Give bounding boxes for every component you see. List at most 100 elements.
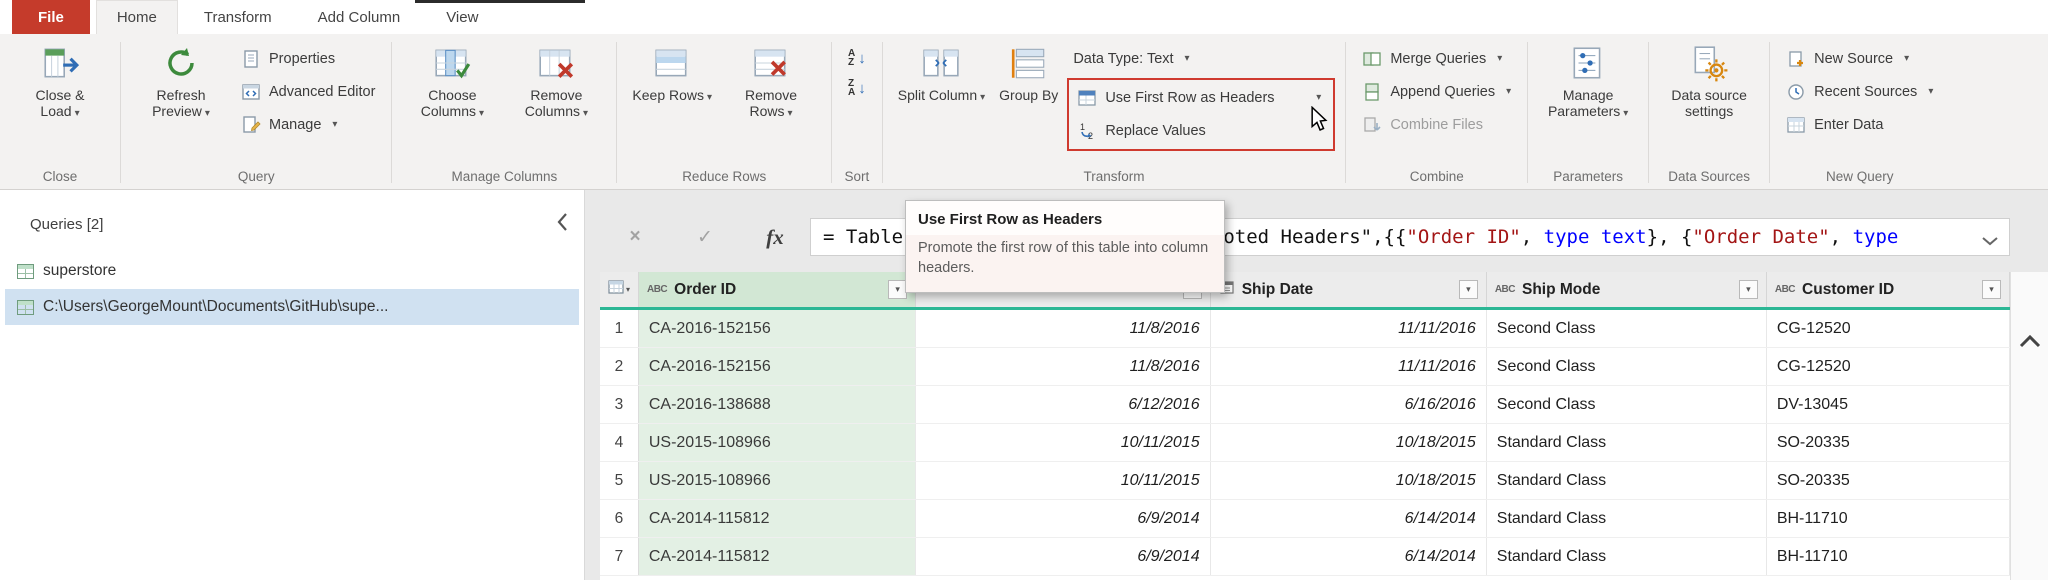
ribbon-group-combine: Merge Queries ▾ Append Queries ▾ <box>1346 34 1527 189</box>
group-label-sort: Sort <box>832 169 882 189</box>
table-cell[interactable]: Second Class <box>1487 386 1767 423</box>
table-cell[interactable]: Second Class <box>1487 310 1767 347</box>
table-cell[interactable]: US-2015-108966 <box>639 462 916 499</box>
data-type-button[interactable]: Data Type: Text ▾ <box>1067 42 1335 75</box>
recent-sources-button[interactable]: Recent Sources ▾ <box>1780 75 1939 108</box>
table-cell[interactable]: SO-20335 <box>1767 424 2010 461</box>
manage-parameters-button[interactable]: Manage Parameters▾ <box>1538 40 1638 120</box>
table-cell[interactable]: 6/16/2016 <box>1211 386 1487 423</box>
manage-button[interactable]: Manage ▾ <box>235 108 381 141</box>
replace-values-button[interactable]: 12 Replace Values <box>1071 114 1327 147</box>
split-column-button[interactable]: Split Column▾ <box>893 40 990 104</box>
enter-data-label: Enter Data <box>1814 117 1883 133</box>
column-header-order-id[interactable]: ABC Order ID ▾ <box>639 272 916 307</box>
use-first-row-as-headers-button[interactable]: Use First Row as Headers ▾ <box>1071 81 1327 114</box>
row-number[interactable]: 7 <box>600 538 639 575</box>
table-cell[interactable]: 6/14/2014 <box>1211 538 1487 575</box>
row-number[interactable]: 6 <box>600 500 639 537</box>
column-header-ship-date[interactable]: Ship Date ▾ <box>1211 272 1487 307</box>
filter-button[interactable]: ▾ <box>1739 280 1758 299</box>
filter-button[interactable]: ▾ <box>1459 280 1478 299</box>
table-cell[interactable]: 10/11/2015 <box>916 424 1211 461</box>
row-number[interactable]: 4 <box>600 424 639 461</box>
remove-columns-button[interactable]: Remove Columns▾ <box>506 40 606 120</box>
remove-rows-button[interactable]: Remove Rows▾ <box>721 40 821 120</box>
table-cell[interactable]: CA-2016-152156 <box>639 348 916 385</box>
table-cell[interactable]: 6/9/2014 <box>916 500 1211 537</box>
tab-home[interactable]: Home <box>96 0 178 34</box>
table-cell[interactable]: 6/14/2014 <box>1211 500 1487 537</box>
enter-data-icon <box>1786 115 1806 135</box>
table-cell[interactable]: 10/18/2015 <box>1211 424 1487 461</box>
enter-data-button[interactable]: Enter Data <box>1780 108 1939 141</box>
row-number[interactable]: 1 <box>600 310 639 347</box>
commit-step-button[interactable]: ✓ <box>670 226 740 249</box>
table-cell[interactable]: BH-11710 <box>1767 500 2010 537</box>
table-cell[interactable]: CG-12520 <box>1767 348 2010 385</box>
scroll-up-icon[interactable] <box>2019 334 2041 353</box>
table-cell[interactable]: Second Class <box>1487 348 1767 385</box>
row-number[interactable]: 3 <box>600 386 639 423</box>
table-cell[interactable]: CA-2016-138688 <box>639 386 916 423</box>
tab-add-column[interactable]: Add Column <box>298 0 421 34</box>
table-cell[interactable]: CA-2014-115812 <box>639 500 916 537</box>
group-by-button[interactable]: Group By <box>994 40 1063 103</box>
formula-expand-chevron-icon[interactable] <box>1981 233 1999 251</box>
refresh-preview-button[interactable]: Refresh Preview▾ <box>131 40 231 120</box>
query-item[interactable]: C:\Users\GeorgeMount\Documents\GitHub\su… <box>5 289 579 325</box>
red-highlight-box: Use First Row as Headers ▾ 12 Replace Va… <box>1067 78 1335 151</box>
merge-queries-button[interactable]: Merge Queries ▾ <box>1356 42 1517 75</box>
sort-descending-button[interactable]: ZA ↓ <box>842 76 872 100</box>
text-type-icon: ABC <box>1495 284 1515 295</box>
select-all-corner-button[interactable]: ▾ <box>600 272 639 307</box>
discard-step-button[interactable]: × <box>600 226 670 248</box>
table-cell[interactable]: 6/12/2016 <box>916 386 1211 423</box>
choose-columns-button[interactable]: Choose Columns▾ <box>402 40 502 120</box>
vertical-scrollbar[interactable] <box>2010 272 2048 580</box>
sort-ascending-button[interactable]: AZ ↓ <box>842 46 872 70</box>
table-cell[interactable]: 11/11/2016 <box>1211 310 1487 347</box>
new-source-button[interactable]: New Source ▾ <box>1780 42 1939 75</box>
table-cell[interactable]: Standard Class <box>1487 538 1767 575</box>
table-cell[interactable]: 10/11/2015 <box>916 462 1211 499</box>
close-and-load-button[interactable]: Close & Load▾ <box>10 40 110 120</box>
table-cell[interactable]: 11/8/2016 <box>916 348 1211 385</box>
query-item[interactable]: superstore <box>5 253 579 289</box>
table-cell[interactable]: CA-2016-152156 <box>639 310 916 347</box>
row-number[interactable]: 5 <box>600 462 639 499</box>
collapse-queries-pane-button[interactable] <box>556 212 568 237</box>
table-cell[interactable]: 11/8/2016 <box>916 310 1211 347</box>
row-number[interactable]: 2 <box>600 348 639 385</box>
table-cell[interactable]: Standard Class <box>1487 462 1767 499</box>
combine-files-button[interactable]: Combine Files <box>1356 108 1517 141</box>
table-cell[interactable]: CA-2014-115812 <box>639 538 916 575</box>
table-cell[interactable]: CG-12520 <box>1767 310 2010 347</box>
table-cell[interactable]: 6/9/2014 <box>916 538 1211 575</box>
data-source-settings-button[interactable]: Data source settings <box>1659 40 1759 119</box>
tab-view[interactable]: View <box>426 0 498 34</box>
formula-segment: type text <box>1544 226 1647 248</box>
table-cell[interactable]: DV-13045 <box>1767 386 2010 423</box>
filter-button[interactable]: ▾ <box>1982 280 2001 299</box>
keep-rows-button[interactable]: Keep Rows▾ <box>627 40 717 104</box>
table-cell[interactable]: 11/11/2016 <box>1211 348 1487 385</box>
combine-files-label: Combine Files <box>1390 117 1483 133</box>
column-header-ship-mode[interactable]: ABC Ship Mode ▾ <box>1487 272 1767 307</box>
query-name: superstore <box>43 262 116 280</box>
table-cell[interactable]: BH-11710 <box>1767 538 2010 575</box>
table-cell[interactable]: Standard Class <box>1487 424 1767 461</box>
table-cell[interactable]: SO-20335 <box>1767 462 2010 499</box>
table-cell[interactable]: 10/18/2015 <box>1211 462 1487 499</box>
append-queries-button[interactable]: Append Queries ▾ <box>1356 75 1517 108</box>
table-cell[interactable]: Standard Class <box>1487 500 1767 537</box>
table-cell[interactable]: US-2015-108966 <box>639 424 916 461</box>
recent-sources-icon <box>1786 82 1806 102</box>
table-row: 1CA-2016-15215611/8/201611/11/2016Second… <box>600 310 2010 348</box>
fx-add-step-button[interactable]: fx <box>740 225 810 250</box>
tab-file[interactable]: File <box>12 0 90 34</box>
tab-transform[interactable]: Transform <box>184 0 292 34</box>
advanced-editor-button[interactable]: Advanced Editor <box>235 75 381 108</box>
column-header-customer-id[interactable]: ABC Customer ID ▾ <box>1767 272 2010 307</box>
properties-button[interactable]: Properties <box>235 42 381 75</box>
query-name: C:\Users\GeorgeMount\Documents\GitHub\su… <box>43 298 388 316</box>
